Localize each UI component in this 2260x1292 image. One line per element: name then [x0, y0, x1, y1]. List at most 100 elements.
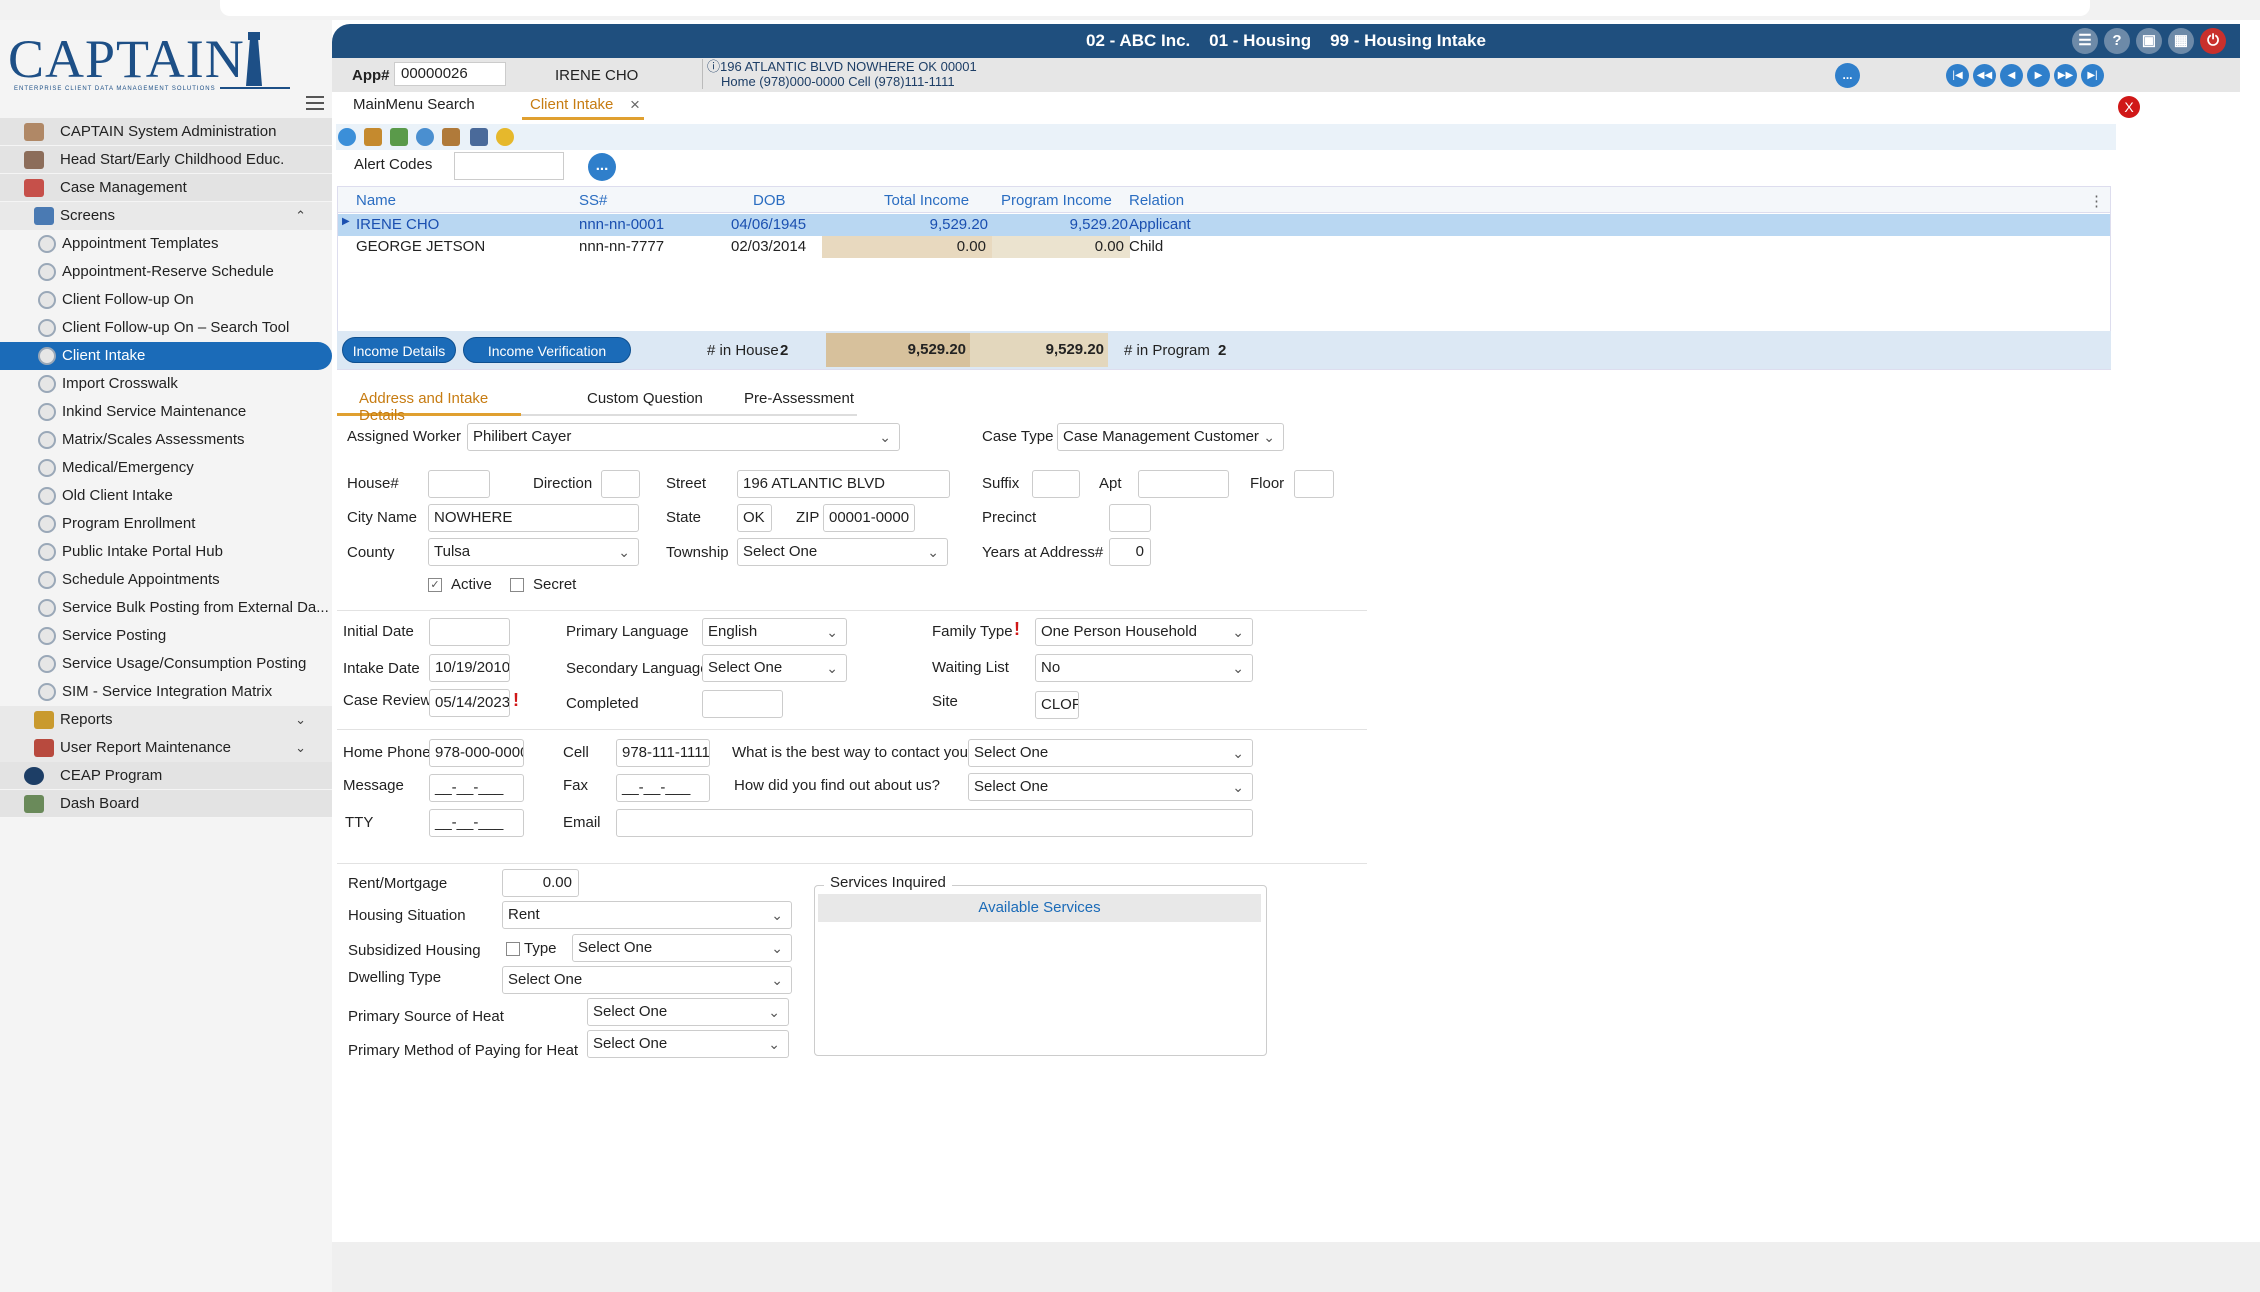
- tty-input[interactable]: __-__-___: [429, 809, 524, 837]
- sidebar-item-system-administration[interactable]: CAPTAIN System Administration: [0, 118, 332, 146]
- browser-url-bar[interactable]: [220, 0, 2090, 16]
- waiting-list-select[interactable]: No ⌄: [1035, 654, 1253, 682]
- referral-source-select[interactable]: Select One ⌄: [968, 773, 1253, 801]
- secret-checkbox[interactable]: [510, 578, 524, 592]
- subsidized-type-select[interactable]: Select One ⌄: [572, 934, 792, 962]
- previous-page-icon[interactable]: ◀◀: [1973, 64, 1996, 87]
- tab-client-intake[interactable]: Client Intake: [522, 96, 644, 120]
- sidebar-item-service-posting[interactable]: Service Posting: [0, 622, 332, 650]
- app-number[interactable]: 00000026: [394, 62, 506, 86]
- available-services-header[interactable]: Available Services: [818, 894, 1261, 922]
- help-icon[interactable]: [496, 128, 514, 146]
- sidebar-item-service-usage[interactable]: Service Usage/Consumption Posting: [0, 650, 332, 678]
- last-record-icon[interactable]: ▶|: [2081, 64, 2104, 87]
- tab-pre-assessment[interactable]: Pre-Assessment: [744, 390, 854, 416]
- family-type-select[interactable]: One Person Household ⌄: [1035, 618, 1253, 646]
- refresh-icon[interactable]: [416, 128, 434, 146]
- power-icon[interactable]: ⏻: [2200, 28, 2226, 54]
- print-icon[interactable]: [470, 128, 488, 146]
- zip-input[interactable]: 00001-0000: [823, 504, 915, 532]
- precinct-input[interactable]: [1109, 504, 1151, 532]
- sidebar-item-matrix-scales[interactable]: Matrix/Scales Assessments: [0, 426, 332, 454]
- state-input[interactable]: OK: [737, 504, 772, 532]
- suffix-input[interactable]: [1032, 470, 1080, 498]
- sidebar-item-case-management[interactable]: Case Management: [0, 174, 332, 202]
- sidebar-item-public-intake-portal[interactable]: Public Intake Portal Hub: [0, 538, 332, 566]
- sidebar-item-ceap-program[interactable]: CEAP Program: [0, 762, 332, 790]
- next-page-icon[interactable]: ▶▶: [2054, 64, 2077, 87]
- sidebar-item-client-intake[interactable]: Client Intake: [0, 342, 332, 370]
- active-checkbox[interactable]: ✓: [428, 578, 442, 592]
- col-dob[interactable]: DOB: [753, 192, 786, 209]
- sidebar-item-screens[interactable]: Screens ⌃: [0, 202, 332, 230]
- sidebar-item-old-client-intake[interactable]: Old Client Intake: [0, 482, 332, 510]
- sidebar-item-import-crosswalk[interactable]: Import Crosswalk: [0, 370, 332, 398]
- sidebar-item-client-follow-up[interactable]: Client Follow-up On: [0, 286, 332, 314]
- contact-method-select[interactable]: Select One ⌄: [968, 739, 1253, 767]
- sidebar-item-schedule-appointments[interactable]: Schedule Appointments: [0, 566, 332, 594]
- township-select[interactable]: Select One ⌄: [737, 538, 948, 566]
- sidebar-item-follow-up-search[interactable]: Client Follow-up On – Search Tool: [0, 314, 332, 342]
- sidebar-item-appointment-reserve[interactable]: Appointment-Reserve Schedule: [0, 258, 332, 286]
- sidebar-item-dash-board[interactable]: Dash Board: [0, 790, 332, 818]
- street-input[interactable]: 196 ATLANTIC BLVD: [737, 470, 950, 498]
- site-input[interactable]: CLOF: [1035, 691, 1079, 719]
- house-input[interactable]: [428, 470, 490, 498]
- chevron-down-icon[interactable]: ⌄: [295, 706, 306, 734]
- close-tab-icon[interactable]: ×: [630, 95, 640, 115]
- chevron-up-icon[interactable]: ⌃: [295, 202, 306, 230]
- sidebar-item-head-start[interactable]: Head Start/Early Childhood Educ.: [0, 146, 332, 174]
- primary-language-select[interactable]: English ⌄: [702, 618, 847, 646]
- secondary-language-select[interactable]: Select One ⌄: [702, 654, 847, 682]
- income-details-button[interactable]: Income Details: [342, 337, 456, 363]
- sidebar-item-service-bulk-posting[interactable]: Service Bulk Posting from External Da...: [0, 594, 332, 622]
- column-menu-icon[interactable]: ⋮: [2089, 192, 2104, 210]
- assigned-worker-select[interactable]: Philibert Cayer ⌄: [467, 423, 900, 451]
- email-input[interactable]: [616, 809, 1253, 837]
- help-icon[interactable]: ?: [2104, 28, 2130, 54]
- first-record-icon[interactable]: |◀: [1946, 64, 1969, 87]
- sidebar-item-program-enrollment[interactable]: Program Enrollment: [0, 510, 332, 538]
- apps-icon[interactable]: ▦: [2168, 28, 2194, 54]
- direction-input[interactable]: [601, 470, 640, 498]
- alert-codes-input[interactable]: [454, 152, 564, 180]
- tab-address-intake[interactable]: Address and Intake Details: [337, 390, 521, 424]
- city-input[interactable]: NOWHERE: [428, 504, 639, 532]
- add-icon[interactable]: [338, 128, 356, 146]
- col-relation[interactable]: Relation: [1129, 192, 1184, 209]
- chevron-down-icon[interactable]: ⌄: [295, 734, 306, 762]
- edit-icon[interactable]: [364, 128, 382, 146]
- heat-source-select[interactable]: Select One ⌄: [587, 998, 789, 1026]
- tab-mainmenu-search[interactable]: MainMenu Search: [353, 96, 475, 120]
- book-icon[interactable]: [442, 128, 460, 146]
- initial-date-input[interactable]: [429, 618, 510, 646]
- intake-date-input[interactable]: 10/19/2010: [429, 654, 510, 682]
- home-phone-input[interactable]: 978-000-0000: [429, 739, 524, 767]
- image-icon[interactable]: [390, 128, 408, 146]
- col-ssn[interactable]: SS#: [579, 192, 607, 209]
- table-row[interactable]: GEORGE JETSON nnn-nn-7777 02/03/2014 0.0…: [338, 236, 2110, 258]
- more-options-button[interactable]: ...: [1835, 63, 1860, 88]
- rent-mortgage-input[interactable]: 0.00: [502, 869, 579, 897]
- cell-input[interactable]: 978-111-1111: [616, 739, 710, 767]
- alert-codes-button[interactable]: ...: [588, 153, 616, 181]
- sidebar-item-medical-emergency[interactable]: Medical/Emergency: [0, 454, 332, 482]
- close-form-button[interactable]: X: [2118, 96, 2140, 118]
- years-at-address-input[interactable]: 0: [1109, 538, 1151, 566]
- sidebar-item-reports[interactable]: Reports ⌄: [0, 706, 332, 734]
- case-review-input[interactable]: 05/14/2023: [429, 689, 510, 717]
- col-program-income[interactable]: Program Income: [1001, 192, 1112, 209]
- next-record-icon[interactable]: ▶: [2027, 64, 2050, 87]
- sidebar-item-sim[interactable]: SIM - Service Integration Matrix: [0, 678, 332, 706]
- sidebar-item-appointment-templates[interactable]: Appointment Templates: [0, 230, 332, 258]
- case-type-select[interactable]: Case Management Customer ⌄: [1057, 423, 1284, 451]
- sitemap-icon[interactable]: ☰: [2072, 28, 2098, 54]
- apt-input[interactable]: [1138, 470, 1229, 498]
- table-row[interactable]: ▶ IRENE CHO nnn-nn-0001 04/06/1945 9,529…: [338, 214, 2110, 236]
- fax-input[interactable]: __-__-___: [616, 774, 710, 802]
- income-verification-button[interactable]: Income Verification: [463, 337, 631, 363]
- sidebar-item-inkind-service[interactable]: Inkind Service Maintenance: [0, 398, 332, 426]
- hamburger-menu-icon[interactable]: [306, 96, 324, 110]
- lock-icon[interactable]: ▣: [2136, 28, 2162, 54]
- message-input[interactable]: __-__-___: [429, 774, 524, 802]
